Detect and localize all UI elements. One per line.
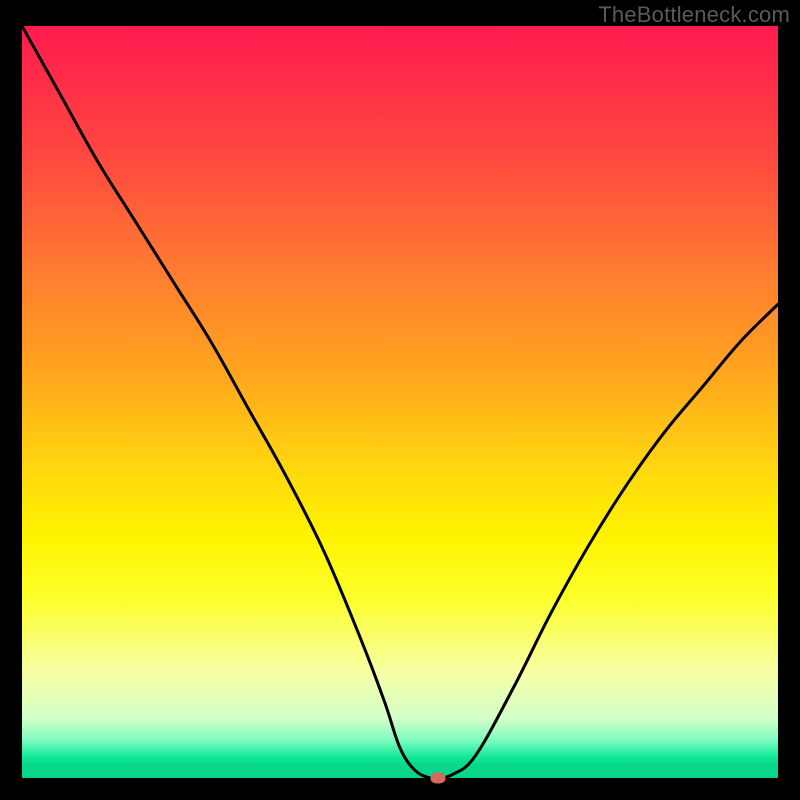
plot-area xyxy=(22,26,778,778)
attribution-text: TheBottleneck.com xyxy=(598,2,790,28)
bottleneck-curve xyxy=(22,26,778,778)
curve-path xyxy=(22,26,778,778)
optimal-point-marker xyxy=(430,773,445,784)
chart-frame: TheBottleneck.com xyxy=(0,0,800,800)
